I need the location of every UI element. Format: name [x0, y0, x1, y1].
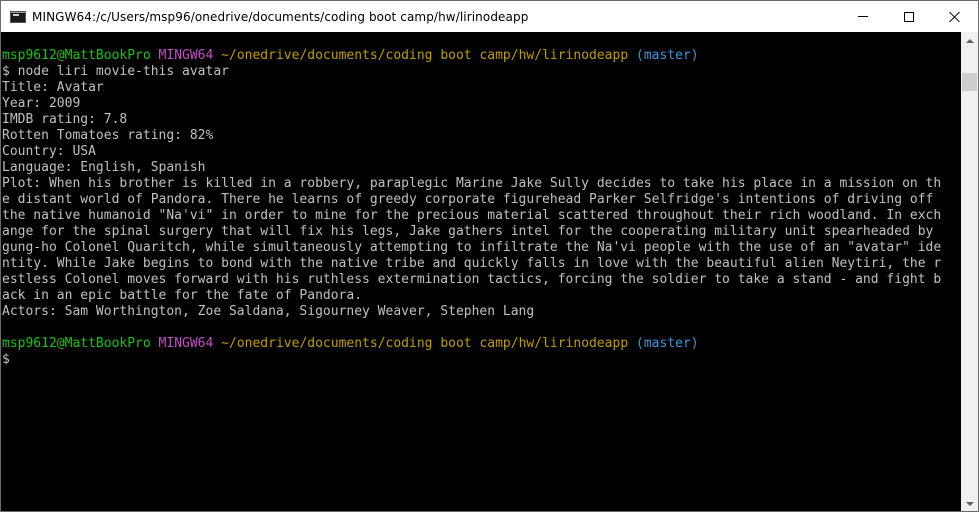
close-icon [949, 11, 961, 23]
output-line: Year: 2009 [2, 96, 81, 111]
output-line: Title: Avatar [2, 80, 104, 95]
prompt-branch: (master) [636, 48, 699, 63]
title-bar[interactable]: MINGW64:/c/Users/msp96/onedrive/document… [1, 1, 978, 32]
output-line: ntity. While Jake begins to bond with th… [2, 256, 942, 271]
prompt-shell: MINGW64 [158, 48, 214, 63]
prompt-branch: (master) [636, 336, 699, 351]
prompt-path: ~/onedrive/documents/coding boot camp/hw… [221, 48, 629, 63]
close-button[interactable] [932, 1, 978, 32]
arrow-down-icon [965, 501, 974, 506]
output-line: Rotten Tomatoes rating: 82% [2, 128, 214, 143]
output-line: estless Colonel moves forward with his r… [2, 272, 942, 287]
command-line: $ node liri movie-this avatar [2, 64, 229, 79]
minimize-icon [858, 16, 868, 17]
window-title: MINGW64:/c/Users/msp96/onedrive/document… [32, 9, 529, 24]
terminal-output[interactable]: msp9612@MattBookPro MINGW64 ~/onedrive/d… [1, 32, 962, 511]
input-prompt[interactable]: $ [1, 352, 962, 368]
output-line: Actors: Sam Worthington, Zoe Saldana, Si… [2, 304, 535, 319]
arrow-up-icon [965, 38, 974, 43]
output-line: Country: USA [2, 144, 96, 159]
output-line: the native humanoid "Na'vi" in order to … [2, 208, 942, 223]
output-line: ack in an epic battle for the fate of Pa… [2, 288, 363, 303]
output-line: gung-ho Colonel Quaritch, while simultan… [2, 240, 942, 255]
scroll-down-button[interactable] [961, 495, 978, 511]
maximize-button[interactable] [886, 1, 932, 32]
vertical-scrollbar[interactable] [961, 32, 978, 511]
prompt-shell: MINGW64 [158, 336, 214, 351]
prompt-line: msp9612@MattBookPro MINGW64 ~/onedrive/d… [1, 336, 962, 352]
prompt-line: msp9612@MattBookPro MINGW64 ~/onedrive/d… [1, 48, 962, 64]
output-line: ange for the spinal surgery that will fi… [2, 224, 934, 239]
output-line: IMDB rating: 7.8 [2, 112, 128, 127]
scroll-up-button[interactable] [961, 32, 978, 49]
minimize-button[interactable] [840, 1, 886, 32]
prompt-user-host: msp9612@MattBookPro [2, 48, 151, 63]
output-line: Language: English, Spanish [2, 160, 206, 175]
prompt-path: ~/onedrive/documents/coding boot camp/hw… [221, 336, 629, 351]
scroll-thumb[interactable] [962, 73, 977, 91]
maximize-icon [904, 11, 914, 22]
prompt-user-host: msp9612@MattBookPro [2, 336, 151, 351]
terminal-window: MINGW64:/c/Users/msp96/onedrive/document… [0, 0, 979, 512]
output-line: e distant world of Pandora. There he lea… [2, 192, 934, 207]
output-line: Plot: When his brother is killed in a ro… [2, 176, 942, 191]
terminal-icon[interactable] [10, 10, 26, 23]
